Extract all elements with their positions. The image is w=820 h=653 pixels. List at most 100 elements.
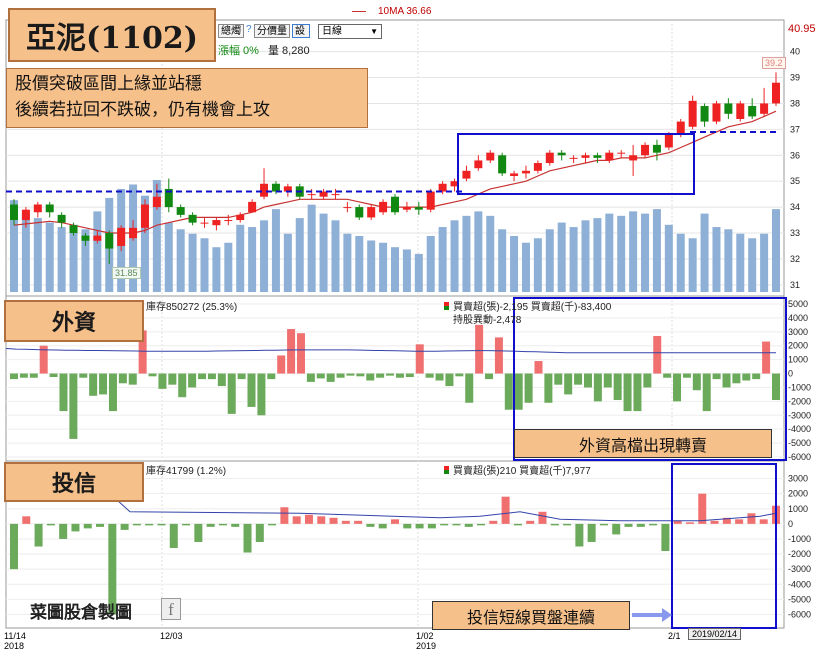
trust-info-right-text: 買賣超(張)210 買賣超(千)7,977 <box>453 466 591 477</box>
y-tick-label: -3000 <box>788 564 811 574</box>
candle-body <box>676 121 685 135</box>
y-tick-label: 1000 <box>788 355 808 365</box>
x-label-0-year: 2018 <box>4 641 25 651</box>
net-bar <box>336 373 345 378</box>
net-bar <box>128 373 137 385</box>
net-bar <box>218 523 227 526</box>
volume-bar <box>593 218 602 292</box>
net-bar <box>574 373 583 385</box>
main-note: 股價突破區間上緣並站穩 後續若拉回不跌破，仍有機會上攻 <box>6 68 368 128</box>
net-bar <box>22 516 31 524</box>
candle-body <box>748 106 757 117</box>
candle-body <box>664 134 673 148</box>
net-bar <box>702 373 711 412</box>
volume-bar <box>379 242 388 292</box>
low-price-tag: 31.85 <box>112 267 141 279</box>
main-note-line2: 後續若拉回不跌破，仍有機會上攻 <box>15 100 270 120</box>
candle-body <box>569 157 578 159</box>
net-bar <box>564 373 573 395</box>
net-bar <box>698 493 707 524</box>
y-tick-label: 34 <box>790 202 800 212</box>
net-bar <box>425 373 434 378</box>
net-bar <box>427 523 436 529</box>
net-bar <box>99 373 108 395</box>
net-bar <box>194 523 203 542</box>
arrow-head-icon <box>662 608 672 622</box>
candle-body <box>45 204 54 213</box>
net-bar <box>292 516 301 524</box>
volume-bar <box>462 215 471 292</box>
candle-body <box>10 204 18 221</box>
net-bar <box>455 373 464 377</box>
trust-info-left: 庫存41799 (1.2%) <box>146 466 227 477</box>
net-bar <box>661 523 670 552</box>
volume-bar <box>629 211 638 292</box>
candle-body <box>343 207 352 209</box>
net-bar <box>158 373 167 389</box>
net-bar <box>306 373 315 382</box>
range-box <box>457 133 695 195</box>
net-bar <box>538 511 547 524</box>
period-select[interactable]: 日線 ▼ <box>318 24 382 39</box>
y-tick-label: 32 <box>790 254 800 264</box>
volume-bar <box>355 236 364 292</box>
net-bar <box>326 373 335 382</box>
toolbar-button-candle[interactable]: 總燭 <box>218 24 244 38</box>
y-tick-label: 39 <box>790 73 800 83</box>
foreign-info-swatch <box>444 302 449 310</box>
net-bar <box>593 373 602 402</box>
x-label-1: 12/03 <box>160 631 183 641</box>
y-tick-label: -1000 <box>788 382 811 392</box>
ma-legend-label: 10MA 36.66 <box>378 6 432 17</box>
net-bar <box>613 373 622 400</box>
candle-body <box>307 194 316 196</box>
net-bar <box>198 373 207 380</box>
facebook-icon[interactable]: f <box>161 598 181 620</box>
foreign-tag: 外資 <box>4 300 144 342</box>
net-bar <box>489 520 498 524</box>
net-bar <box>69 373 78 439</box>
y-tick-label: 40 <box>790 47 800 57</box>
net-bar <box>544 373 553 403</box>
net-bar <box>46 523 55 526</box>
volume-bar <box>676 233 685 292</box>
volume-bar <box>224 242 233 292</box>
volume-bar <box>271 209 280 292</box>
volume-bar <box>295 218 304 292</box>
net-bar <box>346 373 355 376</box>
x-label-2-year: 2019 <box>416 641 437 651</box>
candle-body <box>176 207 185 215</box>
y-tick-label: 35 <box>790 176 800 186</box>
volume-bar <box>712 227 721 292</box>
net-bar <box>405 373 414 378</box>
net-bar <box>386 373 395 376</box>
net-bar <box>415 344 424 374</box>
candle-body <box>521 170 530 174</box>
net-bar <box>207 373 216 380</box>
net-bar <box>762 341 771 374</box>
stock-title-text: 亞泥(1102) <box>26 21 198 56</box>
y-tick-label: 31 <box>790 280 800 290</box>
period-select-value: 日線 <box>322 26 342 37</box>
net-bar <box>34 523 43 547</box>
net-bar <box>268 523 277 526</box>
candle-body <box>57 214 66 223</box>
net-bar <box>182 523 191 526</box>
toolbar-button-settings[interactable]: 設 <box>292 24 310 38</box>
net-bar <box>366 373 375 381</box>
volume-bar <box>617 215 626 292</box>
net-bar <box>188 373 197 388</box>
net-bar <box>682 373 691 378</box>
volume-bar <box>200 238 209 292</box>
net-bar <box>575 523 584 547</box>
toolbar-button-price-volume[interactable]: 分價量 <box>254 24 290 38</box>
candle-body <box>331 194 340 196</box>
net-bar <box>403 523 412 529</box>
candle-body <box>557 152 566 156</box>
net-bar <box>120 523 129 530</box>
net-bar <box>504 373 513 410</box>
help-icon[interactable]: ? <box>246 24 252 35</box>
net-bar <box>722 373 731 388</box>
net-bar <box>587 523 596 542</box>
volume-bar <box>57 227 66 292</box>
